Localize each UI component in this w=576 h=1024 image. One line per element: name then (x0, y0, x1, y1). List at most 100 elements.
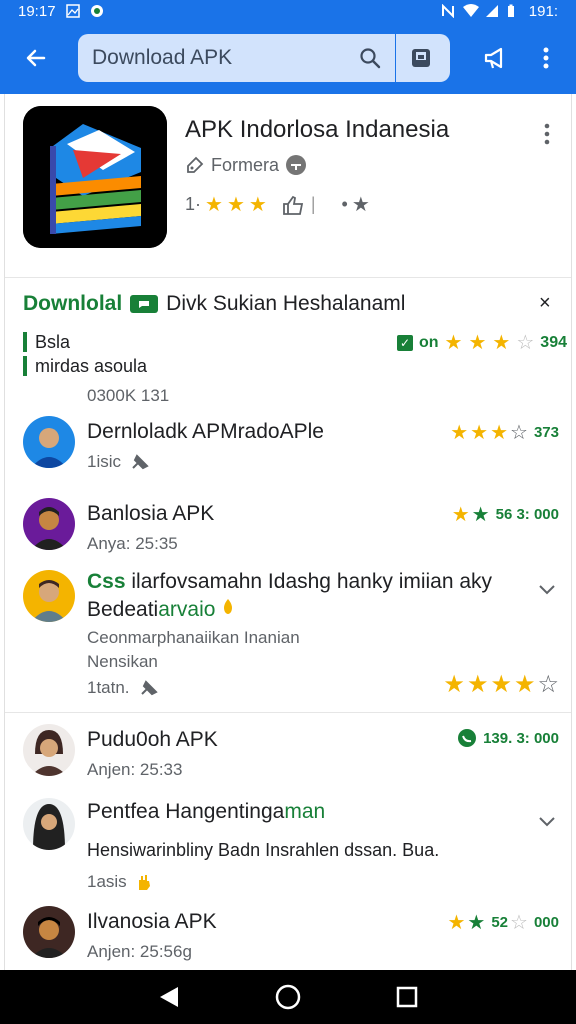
review-meta: Anjen: 25:56g (87, 942, 192, 962)
star-icon: ★ (444, 332, 463, 354)
reviewer-name-highlight: man (284, 800, 326, 823)
review-rating: 139. 3: 000 (457, 728, 559, 748)
avatar (23, 570, 75, 622)
share-button[interactable] (474, 36, 518, 80)
app-more-button[interactable] (535, 118, 559, 150)
app-developer[interactable]: Formera (185, 154, 307, 176)
app-notification-icon (90, 4, 104, 18)
app-rating-row: 1· ★ ★ ★ | • ★ (185, 192, 370, 217)
reviewer-name: Pudu0oh APK (87, 728, 218, 751)
star-icon: ★ (351, 194, 370, 216)
reviewer-name: Banlosia APK (87, 502, 215, 525)
app-header-card: APK Indorlosa Indanesia Formera 1· ★ ★ ★… (5, 94, 571, 278)
reviewer-name: Ilvanosia APK (87, 910, 217, 933)
review-meta: Anjen: 25:33 (87, 760, 182, 780)
status-bar: 19:17 191: (0, 0, 576, 22)
more-vert-icon (544, 123, 550, 145)
star-icon: ★ (205, 194, 223, 216)
review-date: 1asis (87, 872, 127, 891)
star-icon: ★ (467, 912, 486, 934)
app-logo-graphic (23, 106, 167, 248)
chat-badge-icon (130, 295, 159, 313)
filter-indicator (23, 356, 27, 376)
reviews-header-title: Divk Sukian Heshalanaml (166, 292, 406, 315)
review-item-expanded[interactable]: Css ilarfovsamahn Idashg hanky imiian ak… (23, 570, 563, 700)
filter-line[interactable]: mirdas asoula (23, 354, 147, 378)
system-nav-bar (0, 970, 576, 1024)
developer-badge-icon (286, 155, 307, 175)
review-date: Anya: 25:35 (87, 534, 178, 553)
expand-chevron-icon[interactable] (535, 810, 559, 834)
search-icon[interactable] (355, 43, 385, 73)
review-body-line: Hensiwarinbliny Badn Insrahlen dssan. Bu… (87, 840, 440, 860)
review-item-expanded[interactable]: Pentfea Hangentingaman Hensiwarinbliny B… (23, 798, 563, 898)
overflow-menu-button[interactable] (528, 36, 564, 80)
hand-icon[interactable] (135, 872, 153, 892)
star-icon: ★ (468, 332, 487, 354)
nav-home-button[interactable] (268, 977, 308, 1017)
nfc-icon (441, 3, 455, 19)
top-app-bar: Download APK (0, 22, 576, 94)
review-count: 0300K 131 (87, 386, 170, 405)
main-content: APK Indorlosa Indanesia Formera 1· ★ ★ ★… (4, 94, 572, 970)
nav-back-button[interactable] (149, 977, 189, 1017)
app-logo[interactable] (23, 106, 167, 248)
star-empty-icon: ☆ (510, 422, 528, 444)
search-bar[interactable]: Download APK (78, 34, 450, 82)
app-title: APK Indorlosa Indanesia (185, 116, 450, 143)
reviewer-title: Css ilarfovsamahn Idashg hanky imiian ak… (87, 570, 492, 594)
avatar (23, 724, 75, 776)
back-arrow-icon (26, 49, 46, 67)
reviewer-subtitle-text: Bedeati (87, 598, 159, 621)
nav-recents-icon (396, 986, 417, 1008)
star-empty-icon: ☆ (516, 332, 535, 354)
review-body-line: Ceonmarphanaiikan Inanian (87, 628, 300, 647)
star-icon: ★ (492, 332, 511, 354)
status-time: 19:17 (18, 2, 56, 20)
expand-chevron-icon[interactable] (535, 578, 559, 602)
reviewer-name: ilarfovsamahn Idashg hanky imiian aky (131, 570, 493, 593)
review-item[interactable]: Pudu0oh APK Anjen: 25:33 139. 3: 000 (23, 724, 563, 784)
close-button[interactable]: × (539, 292, 551, 315)
avatar (23, 798, 75, 850)
reviewer-name: Dernloladk APMradoAPle (87, 420, 324, 443)
review-item[interactable]: Banlosia APK Anya: 25:35 ★ ★ 56 3: 000 (23, 498, 563, 558)
gallery-icon (65, 4, 80, 18)
back-button[interactable] (14, 36, 58, 80)
star-icon: ★ (490, 422, 509, 444)
review-rating: ★ ★ ★ ☆ 373 (450, 420, 559, 445)
thumb-up-icon (282, 195, 303, 215)
review-item[interactable]: Ilvanosia APK Anjen: 25:56g ★ ★ 52 ☆ 000 (23, 906, 563, 966)
filter-label: Bsla (35, 331, 71, 352)
nav-back-icon (160, 987, 179, 1007)
reviews-header: Downlolal Divk Sukian Heshalanaml × (23, 292, 563, 316)
checkbox-icon[interactable]: ✓ (397, 334, 413, 351)
review-rating: ★ ★ 52 ☆ 000 (447, 910, 559, 935)
rating-prefix: 1· (185, 194, 202, 214)
filter-line[interactable]: Bsla (23, 330, 147, 354)
search-divider (395, 34, 396, 82)
review-score: 56 3: 000 (495, 506, 559, 523)
pin-icon[interactable] (138, 678, 162, 698)
review-item[interactable]: Dernloladk APMradoAPle 1isic ★ ★ ★ ☆ 373 (23, 416, 563, 476)
summary-score: 394 (540, 333, 567, 351)
download-box-icon[interactable] (406, 43, 436, 73)
star-icon: ★ (451, 504, 470, 526)
search-input[interactable]: Download APK (92, 46, 355, 70)
avatar (23, 498, 75, 550)
star-icon: ★ (447, 912, 466, 934)
star-icon: ★ (443, 671, 465, 698)
filter-label: mirdas asoula (35, 355, 148, 376)
avatar (23, 906, 75, 958)
filter-indicator (23, 332, 27, 352)
review-meta: 1asis (87, 872, 153, 892)
pin-icon[interactable] (129, 452, 153, 472)
nav-recents-button[interactable] (387, 977, 427, 1017)
review-date: 1isic (87, 452, 122, 471)
tag-icon (187, 156, 204, 173)
reviewer-subtitle-highlight: arvaio (158, 598, 216, 621)
megaphone-icon (484, 47, 503, 69)
star-icon: ★ (490, 671, 512, 698)
reviewer-name: Pentfea Hangentinga (87, 800, 285, 823)
status-battery-text: 191: (528, 2, 558, 20)
